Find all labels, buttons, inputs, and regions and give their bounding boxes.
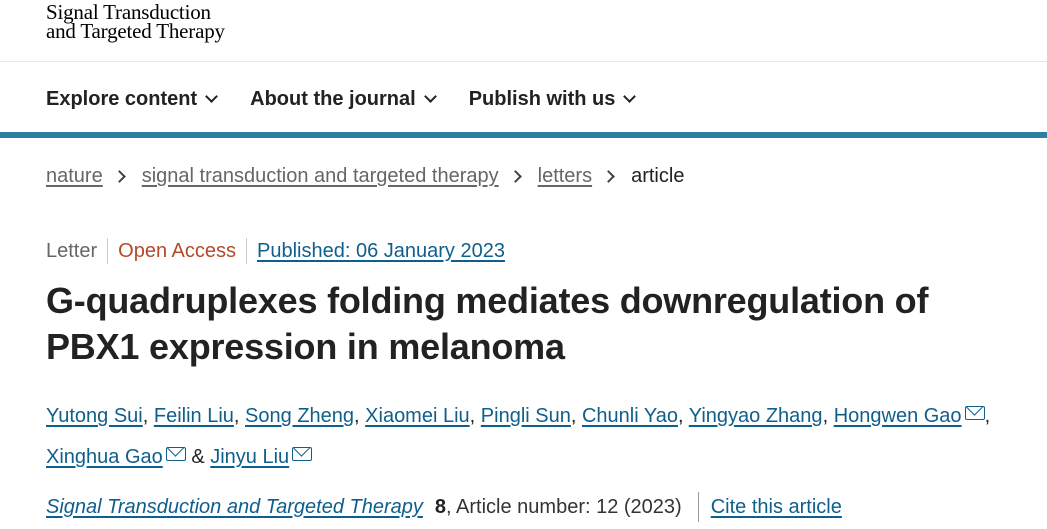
citation-divider — [697, 492, 699, 522]
article-meta: Letter Open Access Published: 06 January… — [46, 238, 505, 264]
author-link[interactable]: Hongwen Gao — [834, 405, 962, 427]
author-link[interactable]: Pingli Sun — [481, 405, 571, 427]
nav-explore-content-label: Explore content — [46, 87, 198, 110]
author-list: Yutong Sui, Feilin Liu, Song Zheng, Xiao… — [46, 396, 1026, 478]
chevron-right-icon — [602, 170, 615, 183]
chevron-down-icon — [205, 89, 219, 103]
open-access-badge: Open Access — [118, 239, 236, 262]
main-nav: Explore content About the journal Publis… — [46, 84, 668, 114]
breadcrumb-nature[interactable]: nature — [46, 165, 103, 188]
article-type: Letter — [46, 239, 98, 262]
author-separator: , — [822, 405, 829, 427]
author-separator: , — [142, 405, 149, 427]
nav-explore-content[interactable]: Explore content — [46, 84, 219, 114]
breadcrumb-current: article — [631, 165, 685, 187]
chevron-right-icon — [112, 170, 126, 183]
author-separator: , — [984, 405, 991, 427]
mail-icon[interactable] — [292, 447, 313, 461]
journal-logo[interactable]: Signal Transduction and Targeted Therapy — [46, 2, 225, 43]
author-link[interactable]: Yutong Sui — [46, 405, 143, 427]
logo-line-2: and Targeted Therapy — [46, 19, 225, 43]
author-separator: , — [354, 405, 360, 427]
author-separator: , — [233, 405, 240, 427]
cite-article-link[interactable]: Cite this article — [711, 496, 842, 519]
chevron-right-icon — [508, 170, 522, 183]
article-number: , Article number: 12 (2023) — [446, 495, 682, 518]
journal-name-link[interactable]: Signal Transduction and Targeted Therapy — [46, 496, 423, 519]
header-divider — [0, 61, 1047, 62]
chevron-down-icon — [423, 89, 437, 103]
mail-icon[interactable] — [964, 406, 985, 420]
published-date-link[interactable]: Published: 06 January 2023 — [257, 240, 505, 263]
nav-about-journal[interactable]: About the journal — [250, 84, 437, 114]
author-link[interactable]: Feilin Liu — [154, 405, 234, 427]
mail-icon[interactable] — [165, 447, 186, 461]
nav-publish-with-us-label: Publish with us — [468, 87, 616, 110]
author-separator: , — [469, 405, 476, 427]
chevron-down-icon — [623, 89, 637, 103]
nav-accent-bar — [0, 132, 1047, 138]
author-link[interactable]: Xinghua Gao — [46, 446, 163, 468]
citation-line: Signal Transduction and Targeted Therapy… — [46, 492, 842, 522]
meta-divider — [246, 238, 247, 264]
breadcrumb-journal[interactable]: signal transduction and targeted therapy — [142, 165, 499, 188]
meta-divider — [107, 238, 109, 264]
author-link[interactable]: Jinyu Liu — [210, 446, 289, 468]
author-separator: , — [677, 405, 684, 427]
article-title: G-quadruplexes folding mediates downregu… — [46, 280, 929, 367]
breadcrumb-letters[interactable]: letters — [538, 165, 592, 188]
author-link[interactable]: Yingyao Zhang — [689, 405, 823, 427]
nav-publish-with-us[interactable]: Publish with us — [468, 84, 637, 114]
volume-number: 8 — [434, 495, 447, 518]
breadcrumb: nature signal transduction and targeted … — [46, 165, 684, 188]
author-ampersand: & — [191, 446, 205, 468]
author-link[interactable]: Song Zheng — [245, 405, 354, 427]
nav-about-journal-label: About the journal — [250, 87, 416, 110]
author-separator: , — [570, 405, 577, 427]
author-link[interactable]: Xiaomei Liu — [365, 405, 470, 427]
author-link[interactable]: Chunli Yao — [582, 405, 678, 427]
